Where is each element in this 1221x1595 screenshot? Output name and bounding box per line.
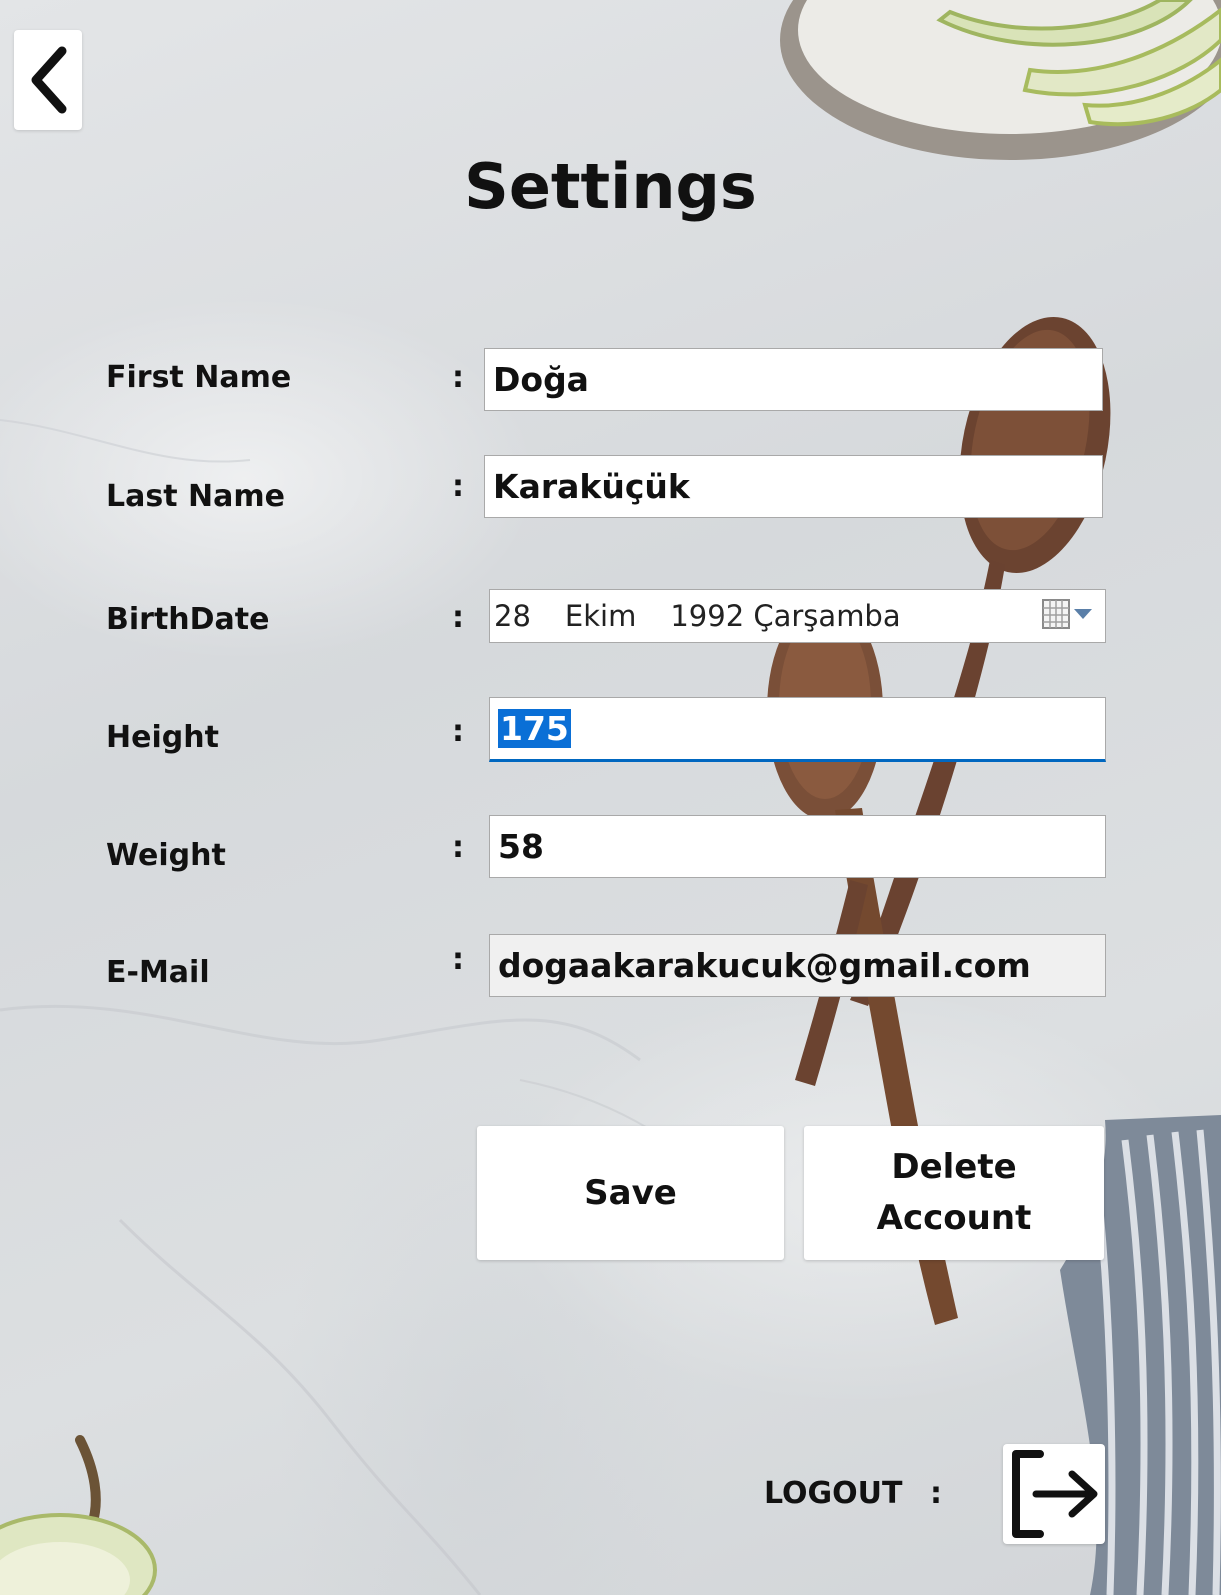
delete-account-label-line2: Account [876,1198,1032,1238]
weight-value: 58 [498,827,544,866]
logout-label: LOGOUT [764,1476,903,1511]
first-name-colon: : [452,360,464,395]
logout-button[interactable] [1003,1444,1105,1544]
height-input[interactable]: 175 [489,697,1106,762]
birthdate-day: 28 [494,599,531,633]
last-name-input[interactable]: Karaküçük [484,455,1103,518]
last-name-colon: : [452,469,464,504]
chevron-left-icon [31,46,67,114]
back-button[interactable] [14,30,82,130]
settings-page: Settings First Name : Doğa Last Name : K… [0,0,1221,1595]
email-field[interactable]: dogaakarakucuk@gmail.com [489,934,1106,997]
email-colon: : [452,942,464,977]
last-name-value: Karaküçük [493,467,690,506]
kitchen-background-illustration [0,0,1221,1595]
page-title: Settings [464,150,757,223]
weight-label: Weight [106,838,226,873]
weight-colon: : [452,830,464,865]
save-button[interactable]: Save [477,1126,784,1260]
birthdate-dropdown-button[interactable] [1042,599,1093,629]
birthdate-colon: : [452,600,464,635]
birthdate-year-weekday: 1992 Çarşamba [670,599,901,633]
birthdate-label: BirthDate [106,602,270,637]
height-value: 175 [498,709,571,748]
weight-input[interactable]: 58 [489,815,1106,878]
first-name-value: Doğa [493,360,589,399]
logout-icon [1012,1450,1098,1538]
logout-colon: : [930,1476,942,1511]
delete-account-button[interactable]: Delete Account [804,1126,1104,1260]
delete-account-label-line1: Delete [891,1147,1017,1187]
save-button-label: Save [584,1172,677,1213]
first-name-input[interactable]: Doğa [484,348,1103,411]
height-label: Height [106,720,219,755]
first-name-label: First Name [106,360,292,395]
email-value: dogaakarakucuk@gmail.com [498,946,1031,985]
chevron-down-icon [1074,609,1092,619]
calendar-icon [1042,599,1070,629]
email-label: E-Mail [106,955,210,990]
birthdate-picker[interactable]: 28 Ekim 1992 Çarşamba [489,589,1106,643]
birthdate-month: Ekim [564,599,637,633]
height-colon: : [452,714,464,749]
last-name-label: Last Name [106,479,285,514]
